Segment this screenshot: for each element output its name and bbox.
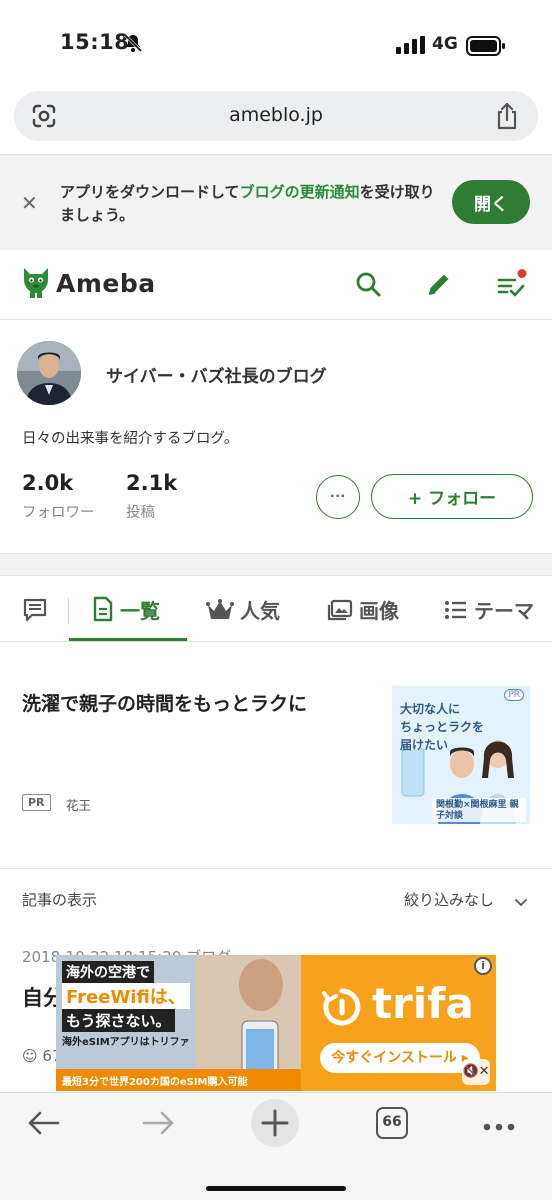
back-arrow-icon[interactable] [26,1109,60,1141]
banner-message-text: アプリをダウンロードして [60,183,240,201]
more-menu-icon[interactable] [482,1117,516,1136]
address-bar[interactable]: ameblo.jp [14,91,538,141]
ad-copy-line-1: 海外の空港で [62,961,154,983]
tab-popular-label: 人気 [240,599,280,623]
open-app-button[interactable]: 開く [452,180,530,224]
posts-count: 2.1k [126,471,178,495]
battery-icon [466,36,506,60]
sponsored-article[interactable]: 洗濯で親子の時間をもっとラクに PR 花王 PR 大切な人に ちょっとラクを 届… [0,643,552,869]
active-tab-indicator [69,638,187,641]
ad-brand-small: 海外eSIMアプリはトリファ [62,1037,190,1048]
tab-popular[interactable]: 人気 [206,595,280,624]
ameba-logo-icon[interactable] [20,264,52,304]
banner-message: アプリをダウンロードしてブログの更新通知を受け取りましょう。 [60,181,445,227]
thumbnail-text-1: 大切な人に [400,702,461,716]
thumbnail-pr-badge: PR [504,689,524,701]
ad-install-button[interactable]: 今すぐインストール ▸ [320,1043,480,1073]
search-icon[interactable] [355,271,381,301]
followers-label: フォロワー [22,505,95,521]
ad-bottom-strip: 最短3分で世界200カ国のeSIM購入可能 [56,1069,301,1091]
network-type: 4G [432,34,458,54]
posts-stat: 2.1k 投稿 [126,471,177,522]
follow-button[interactable]: + フォロー [371,474,533,519]
pr-badge: PR [22,794,51,811]
tab-theme-label: テーマ [474,599,534,623]
forward-arrow-icon[interactable] [142,1109,176,1141]
ameba-logo-text[interactable]: Ameba [56,269,156,298]
blog-tabs: 一覧 人気 画像 テーマ [0,576,552,642]
filter-label: 記事の表示 [22,891,98,909]
tab-list[interactable]: 一覧 [92,595,160,624]
new-tab-button[interactable] [251,1099,299,1147]
banner-message-highlight: ブログの更新通知 [239,183,360,201]
thumbnail-text-2: ちょっとラクを [400,720,485,734]
thumbnail-text-3: 届けたい [400,738,449,752]
ad-info-icon[interactable]: i [474,957,492,975]
share-icon[interactable] [494,101,520,135]
article-filter-row: 記事の表示 絞り込みなし [0,870,552,928]
followers-stat[interactable]: 2.0k フォロワー [22,471,95,522]
posts-label: 投稿 [126,505,155,521]
bell-muted-icon [122,32,144,58]
trifa-logo-icon [320,985,364,1033]
tab-images-label: 画像 [359,599,399,623]
blog-profile: サイバー・バズ社長のブログ 日々の出来事を紹介するブログ。 2.0k フォロワー… [0,321,552,553]
thumbnail-caption: 関根勤×関根麻里 親子対談 [436,800,519,821]
ad-copy-line-3: もう探さない。 [62,1009,175,1032]
followers-count: 2.0k [22,471,74,495]
sponsor-name: 花王 [66,798,92,813]
ad-mute-icon[interactable]: 🔇✕ [462,1059,490,1085]
sponsored-article-title[interactable]: 洗濯で親子の時間をもっとラクに [22,689,307,716]
write-pen-icon[interactable] [425,270,453,302]
notification-list-icon[interactable] [496,269,528,303]
tab-theme[interactable]: テーマ [444,595,534,624]
signal-icon [396,36,426,58]
home-indicator [206,1186,346,1191]
tab-switcher-button[interactable]: 66 [376,1107,408,1139]
tab-list-label: 一覧 [120,599,160,623]
ad-copy-line-2: FreeWifiは、 [62,983,190,1009]
site-header: Ameba [0,250,552,320]
chevron-down-icon[interactable] [514,893,528,912]
ad-brand-name: trifa [372,979,474,1028]
status-bar: 15:18 4G [0,0,552,90]
ad-photo-area: 海外の空港で FreeWifiは、 もう探さない。 海外eSIMアプリはトリファ… [56,955,301,1091]
close-icon[interactable]: ✕ [21,191,38,215]
blog-description: 日々の出来事を紹介するブログ。 [22,431,239,447]
url-text[interactable]: ameblo.jp [14,104,538,126]
status-time: 15:18 [60,30,130,54]
avatar[interactable] [17,341,81,405]
blog-title[interactable]: サイバー・バズ社長のブログ [106,362,327,387]
overlay-ad-banner[interactable]: 海外の空港で FreeWifiは、 もう探さない。 海外eSIMアプリはトリファ… [56,955,496,1091]
filter-select[interactable]: 絞り込みなし [404,889,494,910]
more-options-button[interactable]: ··· [316,475,360,519]
sponsored-article-thumbnail[interactable]: PR 大切な人に ちょっとラクを 届けたい 関根勤×関根麻里 親子対談 [392,686,530,824]
tab-divider [68,598,69,624]
comment-list-icon[interactable] [22,597,48,627]
tab-images[interactable]: 画像 [327,595,399,624]
section-divider [0,553,552,576]
